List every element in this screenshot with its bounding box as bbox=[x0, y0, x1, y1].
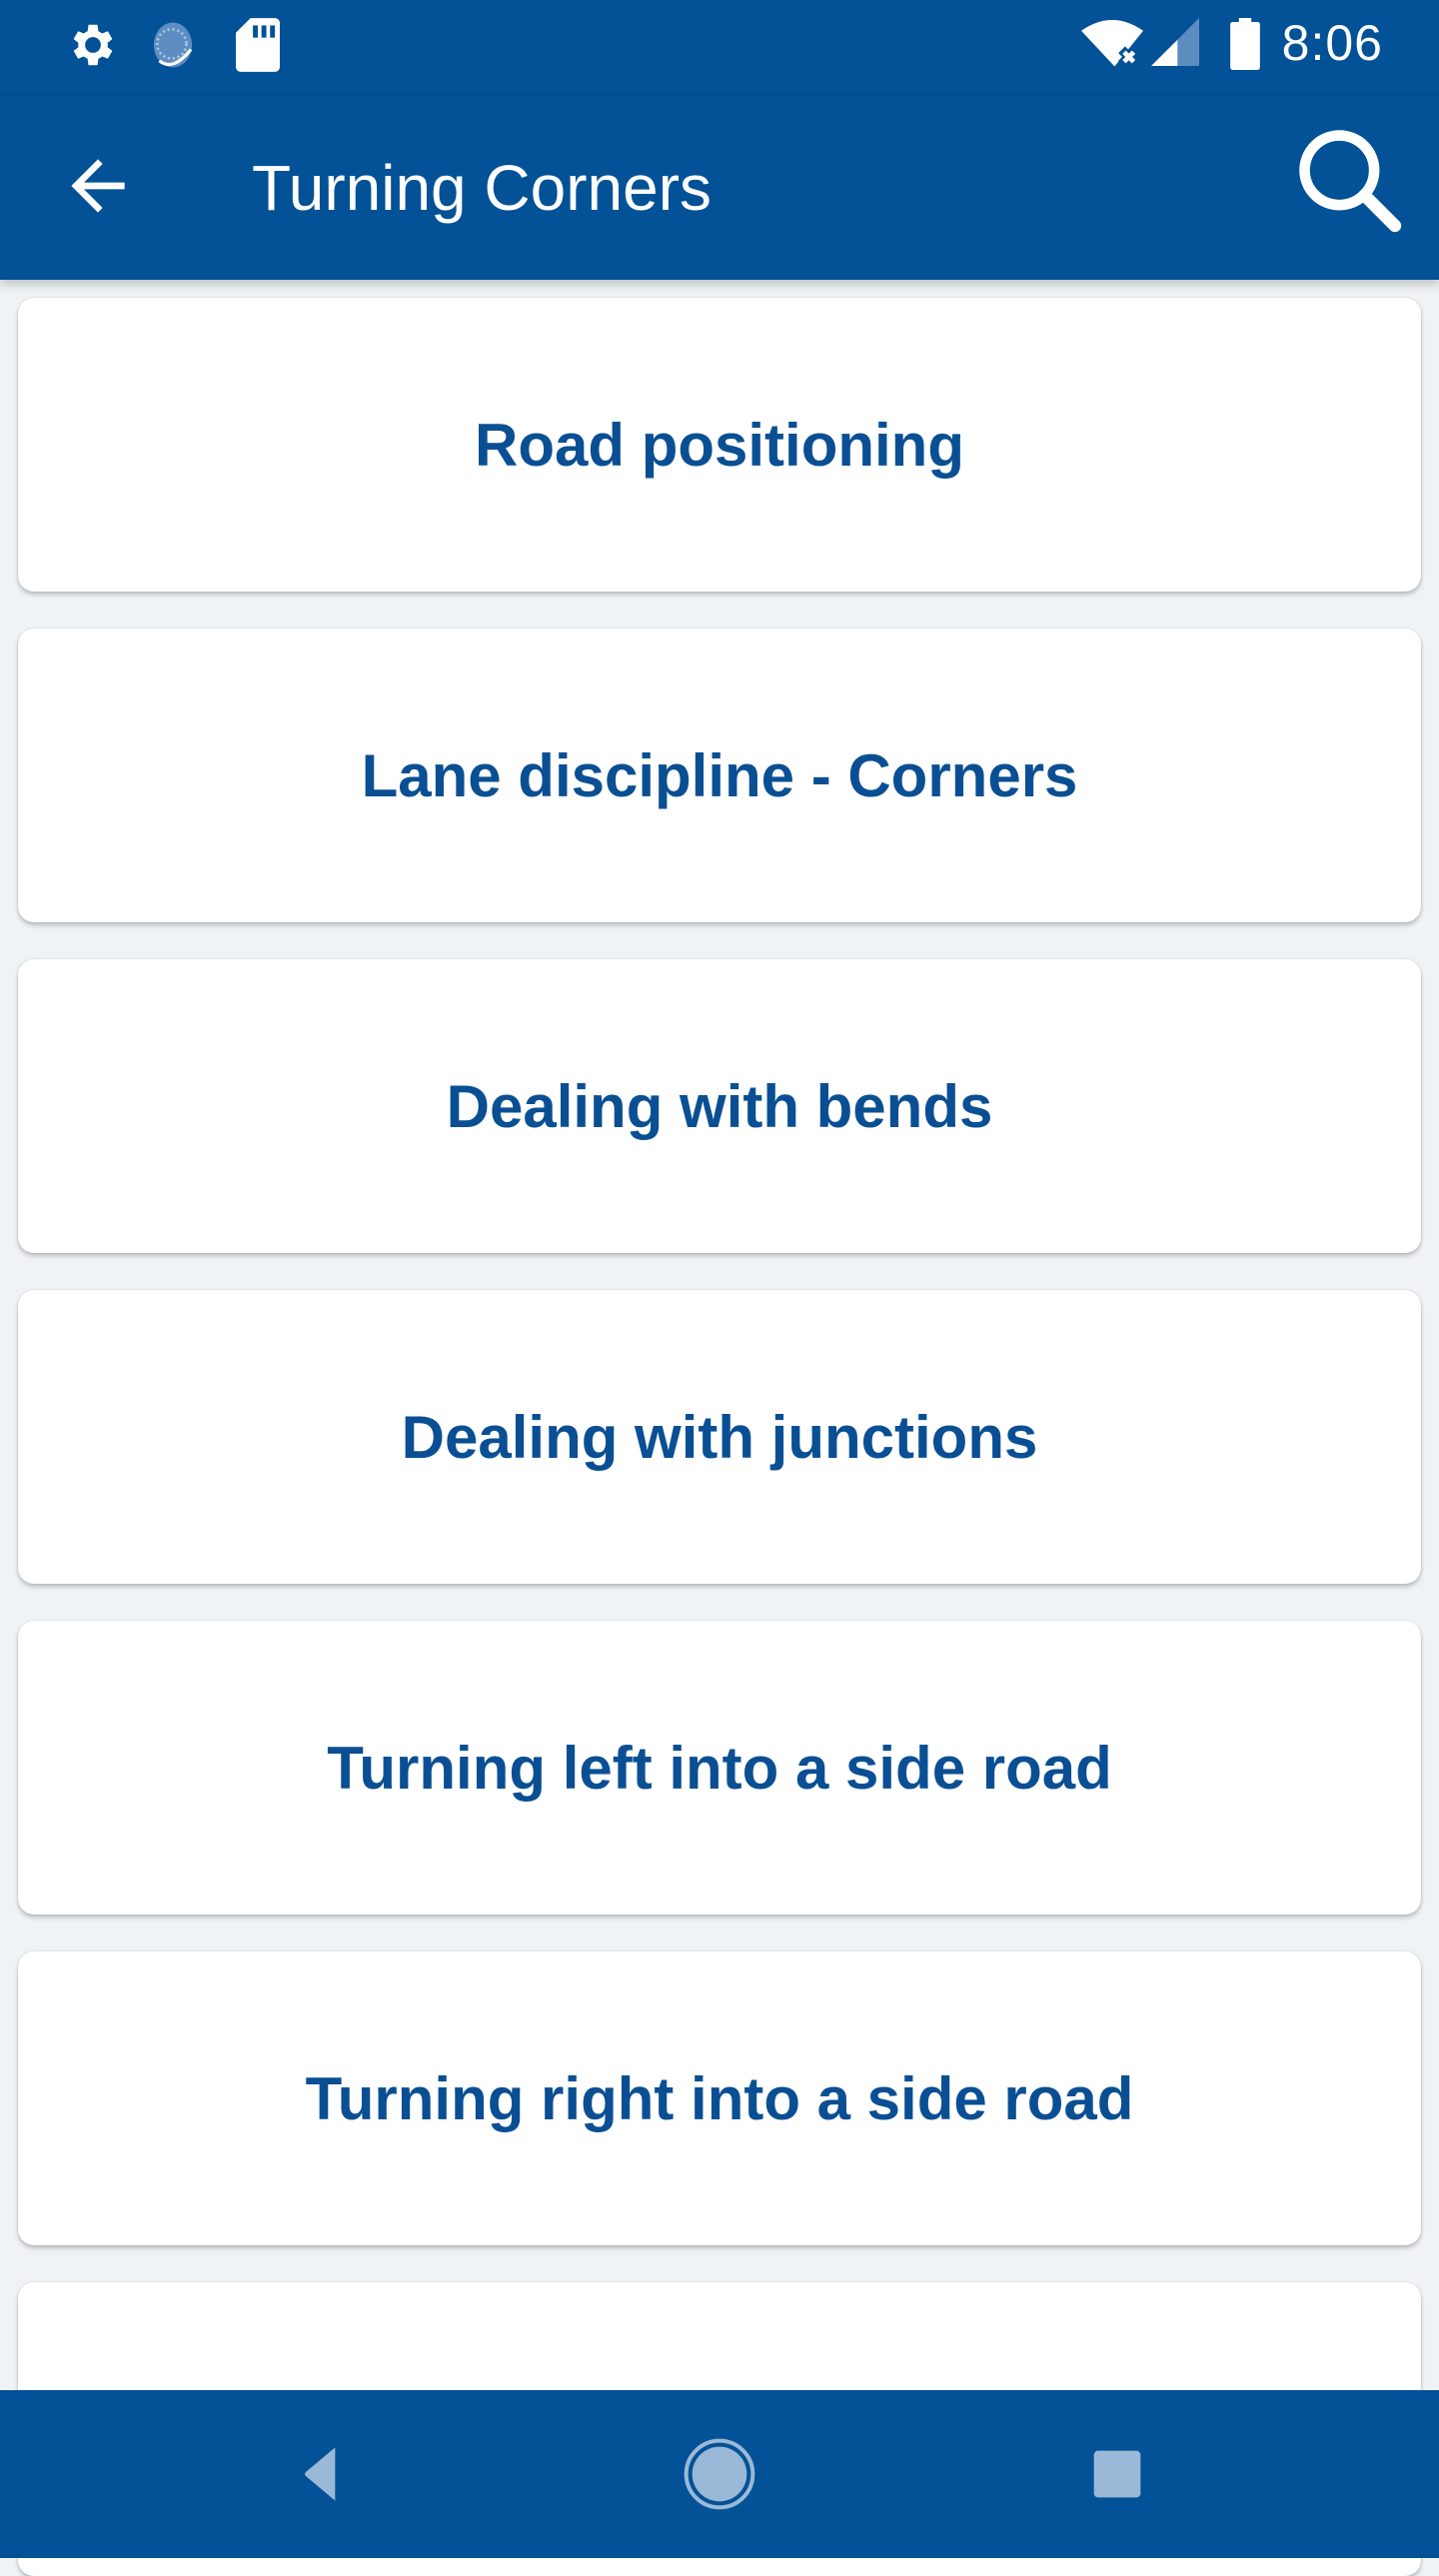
topic-card-road-positioning[interactable]: Road positioning bbox=[18, 298, 1421, 592]
topic-card-turning-right[interactable]: Turning right into a side road bbox=[18, 1951, 1421, 2245]
arrow-back-icon bbox=[71, 159, 125, 213]
app-bar: Turning Corners bbox=[0, 96, 1439, 280]
topic-card-lane-discipline[interactable]: Lane discipline - Corners bbox=[18, 629, 1421, 922]
wifi-off-icon bbox=[1081, 18, 1143, 77]
nav-recents-button[interactable] bbox=[1077, 2434, 1157, 2514]
topic-label: Dealing with junctions bbox=[401, 1403, 1038, 1471]
topic-card-dealing-with-junctions[interactable]: Dealing with junctions bbox=[18, 1290, 1421, 1584]
status-bar: 8:06 bbox=[0, 0, 1439, 96]
topic-label: Dealing with bends bbox=[446, 1072, 993, 1140]
cellular-signal-icon bbox=[1151, 18, 1199, 71]
page-title: Turning Corners bbox=[252, 152, 713, 224]
nav-home-icon bbox=[684, 2438, 755, 2510]
topic-label: Lane discipline - Corners bbox=[361, 741, 1078, 809]
nav-back-button[interactable] bbox=[282, 2434, 362, 2514]
back-button[interactable] bbox=[58, 146, 138, 226]
search-icon bbox=[1299, 130, 1402, 233]
nav-back-icon bbox=[305, 2447, 336, 2501]
sync-icon bbox=[146, 18, 200, 77]
topic-card-dealing-with-bends[interactable]: Dealing with bends bbox=[18, 959, 1421, 1253]
status-time: 8:06 bbox=[1281, 15, 1383, 71]
settings-icon bbox=[64, 18, 118, 77]
topic-label: Turning right into a side road bbox=[305, 2064, 1134, 2132]
search-button[interactable] bbox=[1291, 122, 1407, 238]
topic-card-turning-left[interactable]: Turning left into a side road bbox=[18, 1621, 1421, 1915]
sd-card-icon bbox=[236, 18, 280, 77]
topic-label: Turning left into a side road bbox=[327, 1734, 1112, 1802]
nav-recents-icon bbox=[1093, 2450, 1141, 2498]
battery-icon bbox=[1230, 18, 1260, 75]
system-nav-bar bbox=[0, 2390, 1439, 2558]
topic-label: Road positioning bbox=[475, 411, 964, 479]
nav-home-button[interactable] bbox=[680, 2434, 759, 2514]
